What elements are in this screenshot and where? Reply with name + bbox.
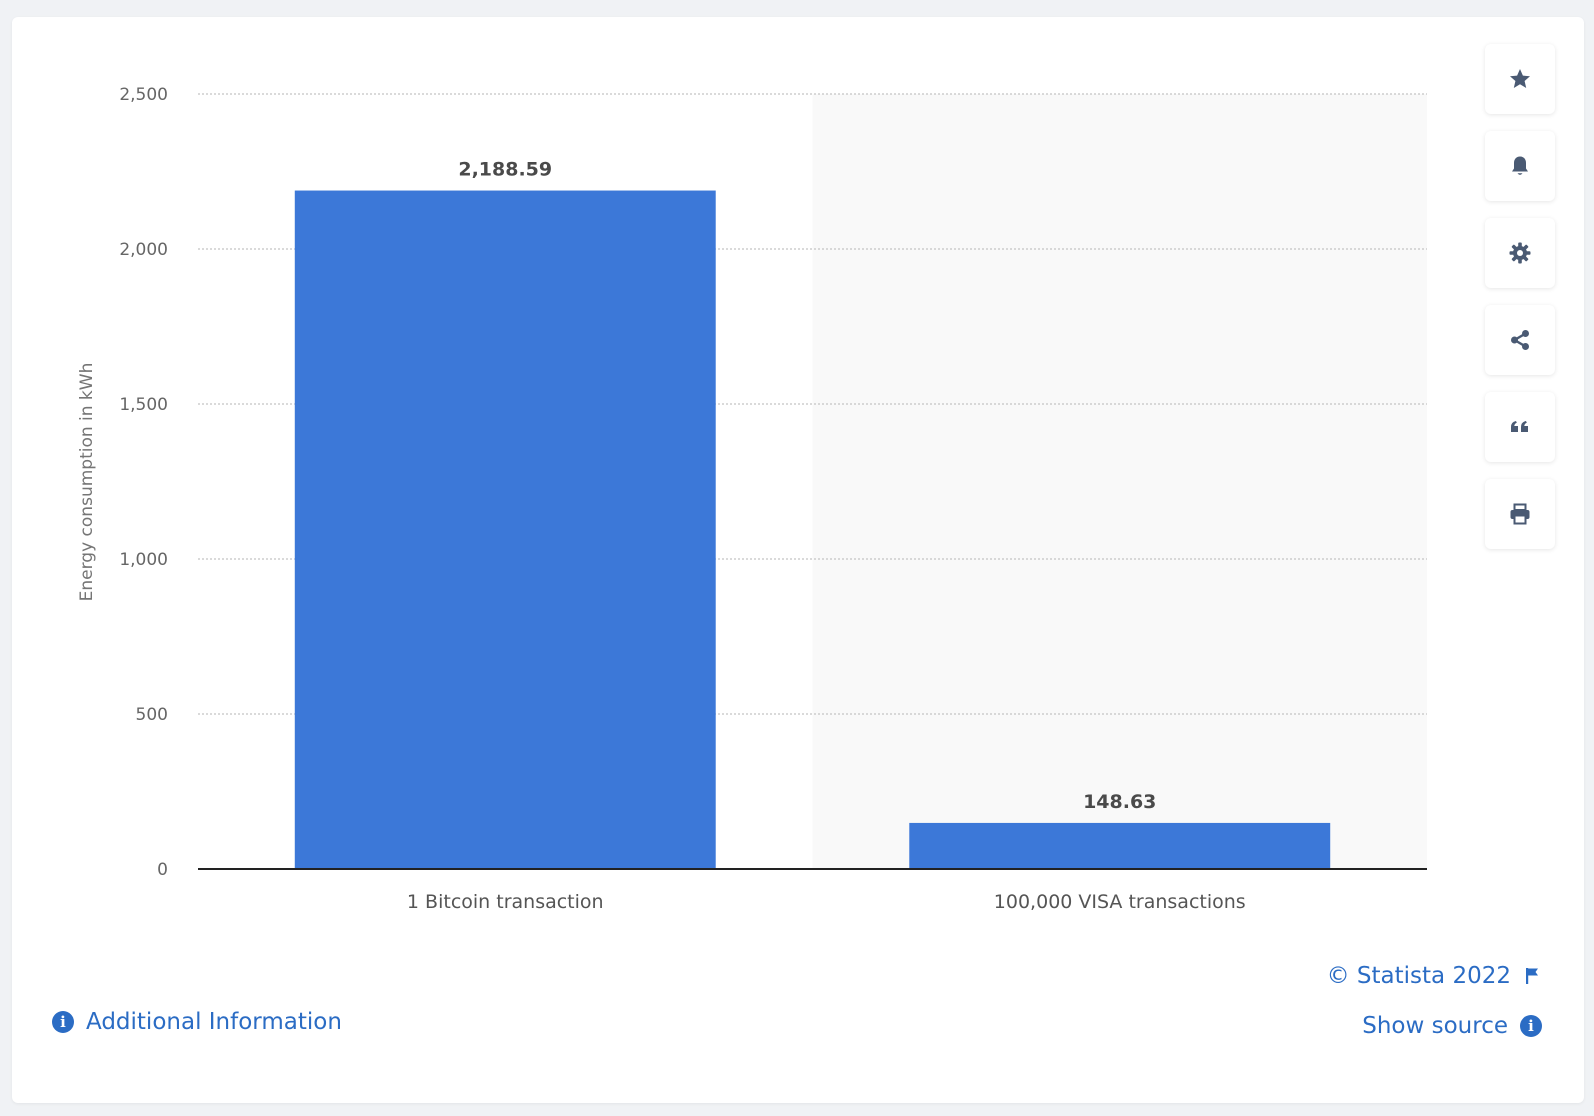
chart-toolbar xyxy=(1485,44,1555,566)
x-tick-label: 1 Bitcoin transaction xyxy=(407,891,604,913)
favorite-button[interactable] xyxy=(1485,44,1555,114)
y-tick-label: 1,500 xyxy=(119,395,168,415)
y-tick-label: 500 xyxy=(136,705,168,725)
bar-value-label: 2,188.59 xyxy=(458,159,552,181)
notification-button[interactable] xyxy=(1485,131,1555,201)
y-tick-label: 0 xyxy=(157,860,168,880)
gear-icon xyxy=(1509,242,1531,264)
info-icon: i xyxy=(1520,1015,1542,1037)
y-tick-label: 2,500 xyxy=(119,85,168,105)
bar-chart: 2,188.59148.63 05001,0001,5002,0002,500 … xyxy=(77,85,1427,913)
bar[interactable] xyxy=(294,190,716,869)
x-tick-label: 100,000 VISA transactions xyxy=(994,891,1246,913)
cite-button[interactable] xyxy=(1485,392,1555,462)
share-icon xyxy=(1511,330,1529,350)
print-button[interactable] xyxy=(1485,479,1555,549)
bell-icon xyxy=(1512,156,1528,175)
chart-card: 2,188.59 148.63 0 500 1,000 1,500 2,000 2,500 … xyxy=(12,17,1584,1103)
show-source-label: Show source xyxy=(1362,1013,1508,1039)
copyright-link[interactable]: © Statista 2022 xyxy=(1327,963,1539,989)
bar[interactable] xyxy=(909,822,1331,869)
printer-icon xyxy=(1510,503,1530,525)
y-tick-label: 1,000 xyxy=(119,550,168,570)
y-tick-label: 2,000 xyxy=(119,240,168,260)
info-icon: i xyxy=(52,1011,74,1033)
quote-icon xyxy=(1511,421,1528,432)
copyright-label: © Statista 2022 xyxy=(1326,963,1511,989)
flag-icon xyxy=(1526,968,1538,984)
star-icon xyxy=(1510,69,1530,88)
show-source-link[interactable]: Show source i xyxy=(1362,1013,1542,1039)
settings-button[interactable] xyxy=(1485,218,1555,288)
y-axis-title: Energy consumption in kWh xyxy=(77,363,97,602)
share-button[interactable] xyxy=(1485,305,1555,375)
additional-information-link[interactable]: i Additional Information xyxy=(52,1009,342,1035)
category-band xyxy=(812,94,1427,869)
bar-value-label: 148.63 xyxy=(1083,791,1156,813)
additional-information-label: Additional Information xyxy=(86,1009,342,1035)
